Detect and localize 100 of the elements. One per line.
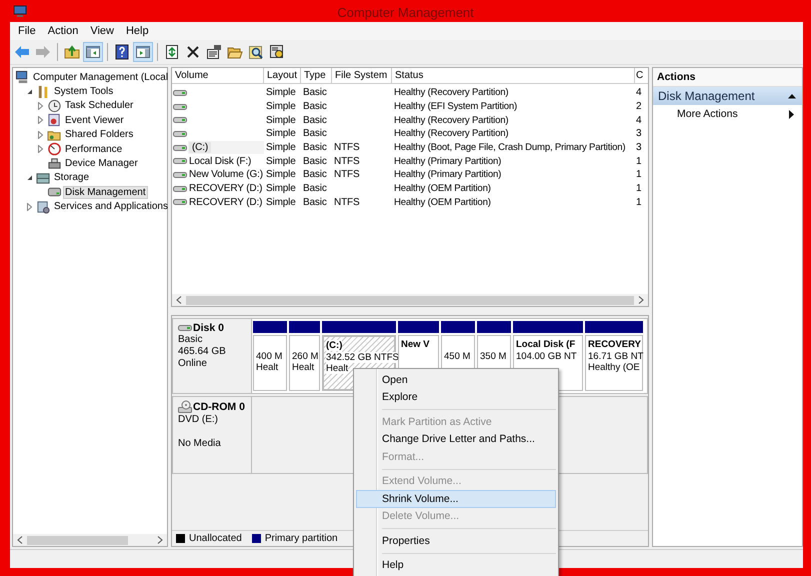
scroll-left-icon[interactable]: [176, 296, 182, 304]
table-cell: NTFS: [334, 156, 360, 167]
partition-header-bar: [585, 321, 643, 333]
cd-drive-icon: [178, 400, 192, 414]
table-cell: Healthy (Boot, Page File, Crash Dump, Primary Partition): [394, 142, 626, 154]
table-cell: 4: [636, 114, 642, 126]
column-header[interactable]: Type: [301, 68, 332, 83]
menu-item[interactable]: Shrink Volume...: [356, 490, 556, 508]
expand-arrow-icon[interactable]: [37, 102, 44, 110]
collapse-arrow-icon[interactable]: [26, 174, 33, 182]
action-link[interactable]: More Actions: [677, 108, 738, 120]
expand-arrow-icon[interactable]: [37, 116, 44, 124]
drive-icon: [173, 130, 187, 138]
expand-arrow-icon[interactable]: [26, 202, 33, 211]
table-cell: Healthy (Recovery Partition): [394, 128, 508, 140]
table-cell: Healthy (Primary Partition): [394, 169, 502, 180]
table-cell: 1: [636, 196, 642, 208]
collapse-arrow-icon[interactable]: [26, 88, 33, 96]
drive-icon: [173, 198, 187, 206]
table-cell: Simple: [266, 101, 296, 112]
scroll-right-icon[interactable]: [638, 296, 644, 304]
table-cell: Healthy (Primary Partition): [394, 156, 502, 167]
tree-item[interactable]: Services and Applications: [52, 200, 170, 214]
table-cell: 3: [636, 142, 642, 154]
tree-item[interactable]: Computer Management (Local: [31, 70, 170, 84]
menu-item[interactable]: Action: [42, 25, 84, 37]
partition-header-bar: [289, 321, 320, 333]
drive-icon: [173, 88, 187, 97]
partition-block[interactable]: 260 M Healt: [289, 335, 320, 391]
partition-detail: 16.71 GB NT: [588, 350, 644, 362]
tree-item[interactable]: Event Viewer: [63, 114, 126, 127]
partition-detail: 450 M: [444, 350, 470, 362]
menu-item[interactable]: Properties: [356, 532, 556, 550]
column-header[interactable]: Volume: [172, 68, 264, 83]
table-cell: Basic: [303, 196, 327, 208]
table-cell: Healthy (EFI System Partition): [394, 101, 518, 112]
table-cell: Simple: [266, 142, 296, 154]
disk-detail: 465.64 GB: [178, 346, 227, 358]
partition-header-bar: [398, 321, 439, 333]
table-cell: New Volume (G:): [189, 169, 263, 180]
menu-item[interactable]: Explore: [356, 388, 556, 406]
legend-label: Unallocated: [189, 533, 242, 544]
collapse-arrow-icon[interactable]: [788, 93, 796, 99]
tree-item[interactable]: Storage: [52, 171, 92, 184]
partition-block[interactable]: 400 M Healt: [253, 335, 287, 391]
table-cell: 2: [636, 101, 642, 112]
column-header[interactable]: Status: [392, 68, 635, 83]
table-cell: Local Disk (F:): [189, 156, 252, 167]
table-cell: 1: [636, 156, 642, 167]
computer-icon: [15, 70, 30, 84]
expand-arrow-icon[interactable]: [37, 130, 44, 139]
tree-item[interactable]: Performance: [63, 142, 124, 156]
drive-icon: [173, 102, 187, 111]
tree-item[interactable]: Disk Management: [63, 186, 148, 199]
menu-item[interactable]: Change Drive Letter and Paths...: [356, 430, 556, 448]
partition-block[interactable]: RECOVERY 16.71 GB NT Healthy (OE: [585, 335, 643, 391]
magnifier-icon: [248, 44, 264, 60]
storage-icon: [36, 170, 51, 185]
expand-arrow-icon[interactable]: [37, 145, 44, 154]
scroll-right-icon[interactable]: [157, 536, 163, 544]
partition-label: RECOVERY: [588, 339, 641, 350]
tree-item[interactable]: Device Manager: [63, 157, 140, 170]
table-cell: RECOVERY (D:): [189, 196, 262, 208]
partition-header-bar: [253, 321, 287, 333]
table-cell: NTFS: [334, 169, 360, 180]
menu-item[interactable]: View: [84, 25, 120, 37]
scroll-left-icon[interactable]: [17, 536, 23, 544]
partition-header-bar: [513, 321, 583, 333]
tree-item[interactable]: System Tools: [52, 85, 116, 98]
partition-detail: Healt: [326, 363, 348, 374]
clock-icon: [47, 98, 62, 113]
table-cell: Simple: [266, 87, 296, 98]
tree-item[interactable]: Task Scheduler: [63, 99, 136, 112]
partition-label: New V: [401, 339, 430, 350]
table-cell: Basic: [303, 114, 327, 126]
partition-detail: Healt: [256, 362, 278, 373]
delete-icon: [185, 44, 201, 60]
menu-item[interactable]: Help: [356, 556, 556, 574]
drive-icon: [173, 116, 187, 124]
up-folder-icon: [64, 44, 80, 60]
horizontal-scrollbar[interactable]: [13, 534, 167, 546]
menu-item[interactable]: Help: [120, 25, 155, 37]
menu-item[interactable]: File: [12, 25, 42, 37]
app-icon: [13, 4, 27, 18]
disk-name: CD-ROM 0: [193, 401, 245, 413]
drive-icon: [173, 157, 187, 166]
forward-arrow-icon: [35, 44, 51, 60]
partition-detail: 350 M: [480, 350, 506, 362]
column-header[interactable]: File System: [332, 68, 392, 83]
action-section-header[interactable]: Disk Management: [653, 87, 802, 105]
table-cell: NTFS: [334, 196, 360, 208]
horizontal-scrollbar[interactable]: [172, 294, 648, 306]
partition-header-bar: [477, 321, 511, 333]
disk-detail: DVD (E:): [178, 414, 219, 426]
partition-detail: 260 M: [292, 350, 318, 362]
tree-item[interactable]: Shared Folders: [63, 128, 136, 142]
table-cell: Healthy (Recovery Partition): [394, 114, 508, 126]
column-header[interactable]: Layout: [264, 68, 301, 83]
toolbar-button[interactable]: [204, 42, 224, 62]
column-header[interactable]: C: [635, 68, 646, 83]
